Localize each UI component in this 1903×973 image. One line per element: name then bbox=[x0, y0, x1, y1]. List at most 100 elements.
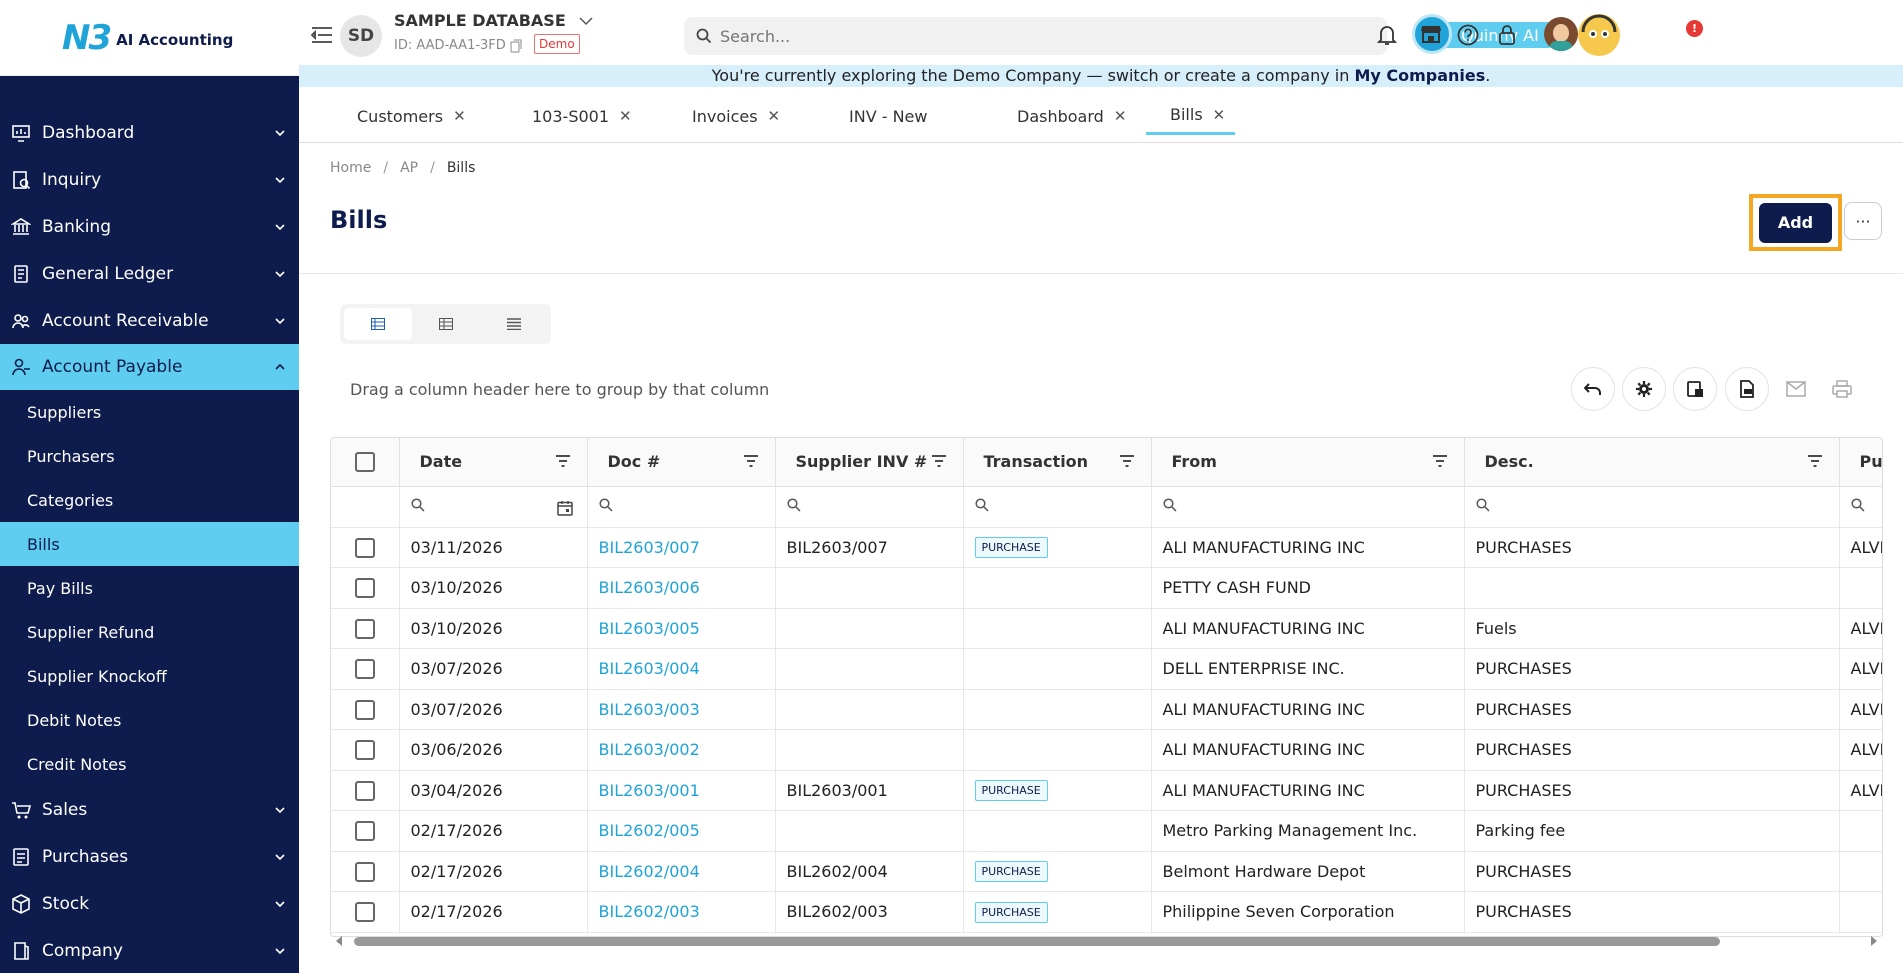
table-row[interactable]: 03/07/2026 BIL2603/003 ALI MANUFACTURING I… bbox=[331, 689, 1882, 730]
table-row[interactable]: 02/17/2026 BIL2602/003 BIL2602/003 PURCHASE… bbox=[331, 891, 1882, 933]
close-icon[interactable]: ✕ bbox=[768, 107, 781, 125]
sidebar-item-general-ledger[interactable]: General Ledger bbox=[0, 250, 299, 297]
search-input[interactable] bbox=[720, 26, 1320, 46]
doc-link[interactable]: BIL2603/004 bbox=[599, 659, 700, 678]
horizontal-scrollbar[interactable] bbox=[330, 933, 1883, 949]
table-row[interactable]: 02/17/2026 BIL2602/004 BIL2602/004 PURCHASE… bbox=[331, 851, 1882, 892]
my-companies-link[interactable]: My Companies bbox=[1354, 66, 1485, 85]
tab-bills[interactable]: Bills ✕ bbox=[1146, 97, 1236, 135]
column-header-date[interactable]: Date bbox=[399, 438, 588, 487]
sidebar-subitem-supplier-refund[interactable]: Supplier Refund bbox=[0, 610, 299, 654]
column-filter[interactable] bbox=[1151, 486, 1465, 528]
store-icon[interactable] bbox=[1420, 24, 1442, 44]
row-checkbox[interactable] bbox=[354, 740, 375, 760]
sidebar-item-inquiry[interactable]: Inquiry bbox=[0, 156, 299, 203]
support-bot-icon[interactable] bbox=[1578, 14, 1620, 56]
filter-icon[interactable] bbox=[1807, 455, 1823, 467]
doc-link[interactable]: BIL2602/004 bbox=[599, 862, 700, 881]
doc-link[interactable]: BIL2602/005 bbox=[599, 821, 700, 840]
row-checkbox[interactable] bbox=[354, 537, 375, 558]
breadcrumb-home[interactable]: Home bbox=[330, 160, 371, 176]
help-icon[interactable] bbox=[1457, 24, 1479, 46]
close-icon[interactable]: ✕ bbox=[453, 107, 466, 125]
sidebar-subitem-pay-bills[interactable]: Pay Bills bbox=[0, 566, 299, 610]
doc-link[interactable]: BIL2603/006 bbox=[599, 578, 700, 597]
table-row[interactable]: 03/04/2026 BIL2603/001 BIL2603/001 PURCHASE… bbox=[331, 770, 1882, 811]
doc-link[interactable]: BIL2603/003 bbox=[599, 700, 700, 719]
tab-inv-new[interactable]: INV - New bbox=[849, 97, 927, 135]
company-avatar[interactable]: SD bbox=[340, 15, 382, 57]
calendar-icon[interactable] bbox=[556, 500, 573, 516]
tab-invoices[interactable]: Invoices ✕ bbox=[692, 97, 780, 135]
search-bar[interactable] bbox=[684, 17, 1387, 55]
sidebar-item-account-receivable[interactable]: Account Receivable bbox=[0, 297, 299, 344]
column-filter[interactable] bbox=[963, 486, 1152, 528]
row-checkbox[interactable] bbox=[354, 659, 375, 679]
sidebar-item-company[interactable]: Company bbox=[0, 927, 299, 973]
view-table-button[interactable] bbox=[344, 308, 412, 340]
column-header-from[interactable]: From bbox=[1151, 438, 1465, 487]
column-filter[interactable] bbox=[775, 486, 964, 528]
sidebar-item-sales[interactable]: Sales bbox=[0, 786, 299, 833]
sidebar-subitem-supplier-knockoff[interactable]: Supplier Knockoff bbox=[0, 654, 299, 698]
row-checkbox[interactable] bbox=[354, 902, 375, 922]
column-header-supplier-inv[interactable]: Supplier INV # bbox=[775, 438, 964, 487]
print-button[interactable] bbox=[1820, 367, 1864, 411]
filter-icon[interactable] bbox=[931, 455, 947, 467]
settings-button[interactable] bbox=[1622, 367, 1666, 411]
company-selector[interactable]: SAMPLE DATABASE bbox=[394, 11, 593, 30]
column-header-doc[interactable]: Doc # bbox=[587, 438, 776, 487]
sidebar-item-banking[interactable]: Banking bbox=[0, 203, 299, 250]
close-icon[interactable]: ✕ bbox=[1213, 106, 1226, 124]
filter-icon[interactable] bbox=[1119, 455, 1135, 467]
doc-link[interactable]: BIL2603/005 bbox=[599, 619, 700, 638]
lock-icon[interactable] bbox=[1497, 24, 1517, 46]
sidebar-item-stock[interactable]: Stock bbox=[0, 880, 299, 927]
sidebar-subitem-suppliers[interactable]: Suppliers bbox=[0, 390, 299, 434]
sidebar-subitem-bills[interactable]: Bills bbox=[0, 522, 299, 566]
column-filter[interactable] bbox=[399, 486, 588, 528]
column-filter[interactable] bbox=[1464, 486, 1840, 528]
sidebar-subitem-purchasers[interactable]: Purchasers bbox=[0, 434, 299, 478]
filter-icon[interactable] bbox=[1432, 455, 1448, 467]
view-compact-button[interactable] bbox=[480, 308, 548, 340]
email-button[interactable] bbox=[1774, 367, 1818, 411]
export-pdf-button[interactable] bbox=[1725, 367, 1769, 411]
row-checkbox[interactable] bbox=[354, 861, 375, 882]
row-checkbox[interactable] bbox=[354, 578, 375, 598]
row-checkbox[interactable] bbox=[354, 699, 375, 720]
row-checkbox[interactable] bbox=[354, 780, 375, 801]
add-button[interactable]: Add bbox=[1759, 202, 1832, 243]
menu-toggle-icon[interactable] bbox=[311, 26, 333, 44]
sidebar-item-account-payable[interactable]: Account Payable bbox=[0, 344, 299, 390]
tab-103-s001[interactable]: 103-S001 ✕ bbox=[532, 97, 632, 135]
tab-dashboard[interactable]: Dashboard ✕ bbox=[1017, 97, 1126, 135]
sidebar-item-dashboard[interactable]: Dashboard bbox=[0, 109, 299, 156]
close-icon[interactable]: ✕ bbox=[619, 107, 632, 125]
logo[interactable]: N3 AI Accounting bbox=[0, 0, 299, 76]
table-row[interactable]: 03/10/2026 BIL2603/006 PETTY CASH FUND bbox=[331, 567, 1882, 609]
row-checkbox[interactable] bbox=[354, 821, 375, 841]
column-filter[interactable] bbox=[1839, 486, 1882, 528]
more-options-button[interactable]: ··· bbox=[1844, 202, 1882, 240]
doc-link[interactable]: BIL2603/002 bbox=[599, 740, 700, 759]
view-grid-button[interactable] bbox=[412, 308, 480, 340]
breadcrumb-ap[interactable]: AP bbox=[400, 160, 418, 176]
row-checkbox[interactable] bbox=[354, 618, 375, 639]
sidebar-subitem-debit-notes[interactable]: Debit Notes bbox=[0, 698, 299, 742]
user-avatar[interactable] bbox=[1544, 17, 1578, 51]
filter-icon[interactable] bbox=[743, 455, 759, 467]
scroll-right-icon[interactable] bbox=[1869, 935, 1879, 947]
table-row[interactable]: 03/06/2026 BIL2603/002 ALI MANUFACTURING I… bbox=[331, 729, 1882, 771]
undo-button[interactable] bbox=[1571, 367, 1615, 411]
scroll-thumb[interactable] bbox=[354, 937, 1720, 946]
column-header-desc[interactable]: Desc. bbox=[1464, 438, 1840, 487]
select-all-checkbox[interactable] bbox=[354, 452, 375, 472]
column-header-pur[interactable]: Pur bbox=[1839, 438, 1882, 487]
close-icon[interactable]: ✕ bbox=[1114, 107, 1127, 125]
copy-icon[interactable] bbox=[510, 39, 522, 53]
table-row[interactable]: 03/10/2026 BIL2603/005 ALI MANUFACTURING I… bbox=[331, 608, 1882, 649]
doc-link[interactable]: BIL2603/007 bbox=[599, 538, 700, 557]
table-row[interactable]: 02/17/2026 BIL2602/005 Metro Parking Manag… bbox=[331, 810, 1882, 852]
doc-link[interactable]: BIL2602/003 bbox=[599, 902, 700, 921]
